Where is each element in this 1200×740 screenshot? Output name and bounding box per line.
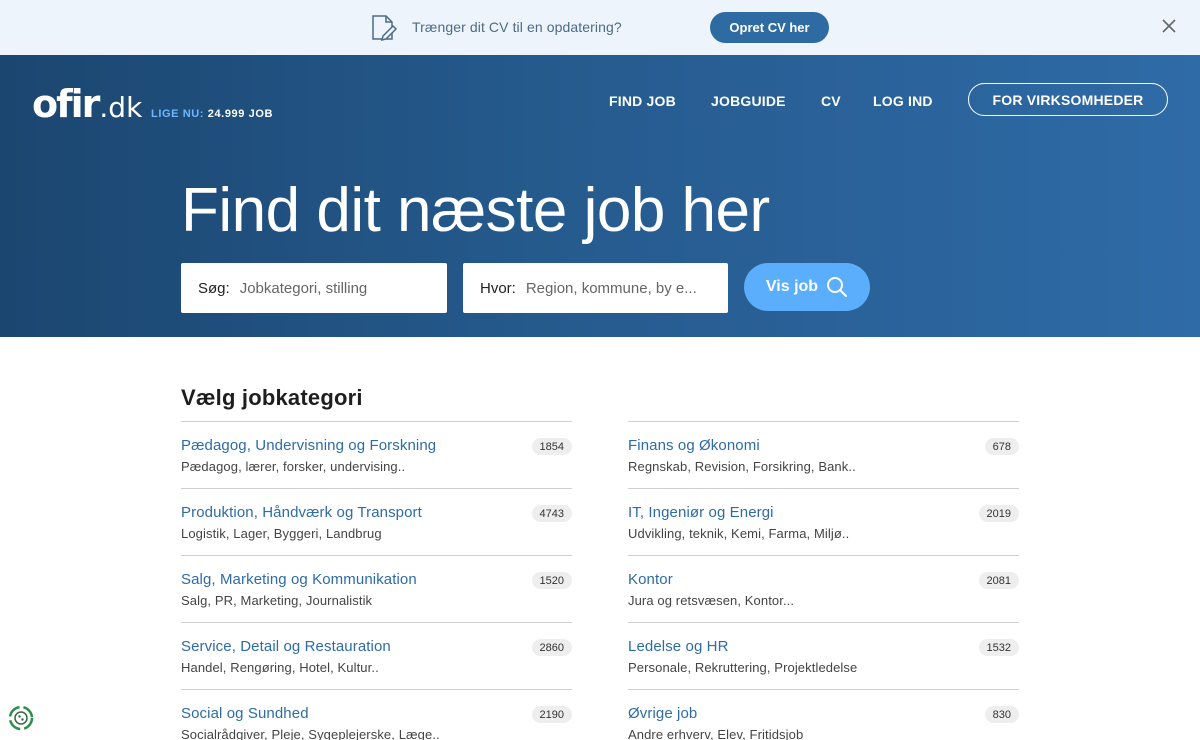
category-link[interactable]: Finans og Økonomi [628,437,760,454]
category-item[interactable]: Pædagog, Undervisning og Forskning Pædag… [181,421,572,488]
category-subtitle: Andre erhverv, Elev, Fritidsjob [628,727,804,740]
category-subtitle: Socialrådgiver, Pleje, Sygeplejerske, Læ… [181,727,440,740]
live-label: LIGE NU: [151,108,205,120]
category-item[interactable]: Produktion, Håndværk og Transport Logist… [181,488,572,555]
category-subtitle: Personale, Rekruttering, Projektledelse [628,660,858,675]
category-link[interactable]: Social og Sundhed [181,705,309,722]
category-count-badge: 830 [984,706,1019,723]
section-title: Vælg jobkategori [181,385,363,410]
category-item[interactable]: IT, Ingeniør og Energi Udvikling, teknik… [628,488,1019,555]
logo-main: ofir [32,82,100,126]
location-input[interactable] [525,279,711,297]
nav-find-job[interactable]: FIND JOB [609,93,676,109]
nav-jobguide[interactable]: JOBGUIDE [711,93,786,109]
search-field[interactable]: Søg: [181,263,447,313]
hero-section: ofir .dk LIGE NU: 24.999 JOB FIND JOB JO… [0,55,1200,337]
category-link[interactable]: Kontor [628,571,673,588]
category-count-badge: 2860 [531,639,572,656]
cv-update-banner: Trænger dit CV til en opdatering? Opret … [0,0,1200,55]
category-subtitle: Logistik, Lager, Byggeri, Landbrug [181,526,382,541]
close-icon[interactable] [1161,18,1177,34]
nav-log-ind[interactable]: LOG IND [873,93,933,109]
page-title: Find dit næste job her [181,176,770,245]
category-subtitle: Jura og retsvæsen, Kontor... [628,593,795,608]
category-count-badge: 1532 [978,639,1019,656]
nav-cv[interactable]: CV [821,93,841,109]
category-link[interactable]: Øvrige job [628,705,697,722]
category-item[interactable]: Social og Sundhed Socialrådgiver, Pleje,… [181,689,572,740]
show-jobs-button[interactable]: Vis job [744,263,870,311]
create-cv-button[interactable]: Opret CV her [710,12,829,43]
logo-suffix: .dk [99,91,143,124]
category-item[interactable]: Øvrige job Andre erhverv, Elev, Fritidsj… [628,689,1019,740]
category-item[interactable]: Service, Detail og Restauration Handel, … [181,622,572,689]
category-count-badge: 1854 [531,438,572,455]
category-link[interactable]: Ledelse og HR [628,638,729,655]
category-count-badge: 678 [984,438,1019,455]
category-item[interactable]: Ledelse og HR Personale, Rekruttering, P… [628,622,1019,689]
category-count-badge: 2019 [978,505,1019,522]
category-count-badge: 4743 [531,505,572,522]
category-item[interactable]: Finans og Økonomi Regnskab, Revision, Fo… [628,421,1019,488]
ofir-logo[interactable]: ofir .dk [32,79,142,123]
location-label: Hvor: [480,279,516,297]
category-count-badge: 1520 [531,572,572,589]
search-input[interactable] [239,279,415,297]
location-field[interactable]: Hvor: [463,263,728,313]
category-subtitle: Regnskab, Revision, Forsikring, Bank.. [628,459,856,474]
banner-text: Trænger dit CV til en opdatering? [412,19,622,35]
category-link[interactable]: IT, Ingeniør og Energi [628,504,774,521]
category-subtitle: Udvikling, teknik, Kemi, Farma, Miljø.. [628,526,850,541]
category-link[interactable]: Produktion, Håndværk og Transport [181,504,422,521]
cookie-settings-icon[interactable] [7,704,35,732]
category-subtitle: Handel, Rengøring, Hotel, Kultur.. [181,660,379,675]
search-label: Søg: [198,279,230,297]
search-icon [827,277,848,297]
category-subtitle: Pædagog, lærer, forsker, undervising.. [181,459,406,474]
category-count-badge: 2081 [978,572,1019,589]
for-companies-button[interactable]: FOR VIRKSOMHEDER [968,83,1168,116]
category-link[interactable]: Pædagog, Undervisning og Forskning [181,437,436,454]
live-job-count: LIGE NU: 24.999 JOB [151,108,273,120]
category-column-right: Finans og Økonomi Regnskab, Revision, Fo… [628,421,1019,740]
document-edit-icon [372,15,398,42]
category-subtitle: Salg, PR, Marketing, Journalistik [181,593,373,608]
category-count-badge: 2190 [531,706,572,723]
live-value: 24.999 JOB [207,108,274,120]
category-item[interactable]: Salg, Marketing og Kommunikation Salg, P… [181,555,572,622]
category-link[interactable]: Service, Detail og Restauration [181,638,391,655]
show-jobs-label: Vis job [765,278,819,295]
category-item[interactable]: Kontor Jura og retsvæsen, Kontor... 2081 [628,555,1019,622]
category-column-left: Pædagog, Undervisning og Forskning Pædag… [181,421,572,740]
category-link[interactable]: Salg, Marketing og Kommunikation [181,571,417,588]
